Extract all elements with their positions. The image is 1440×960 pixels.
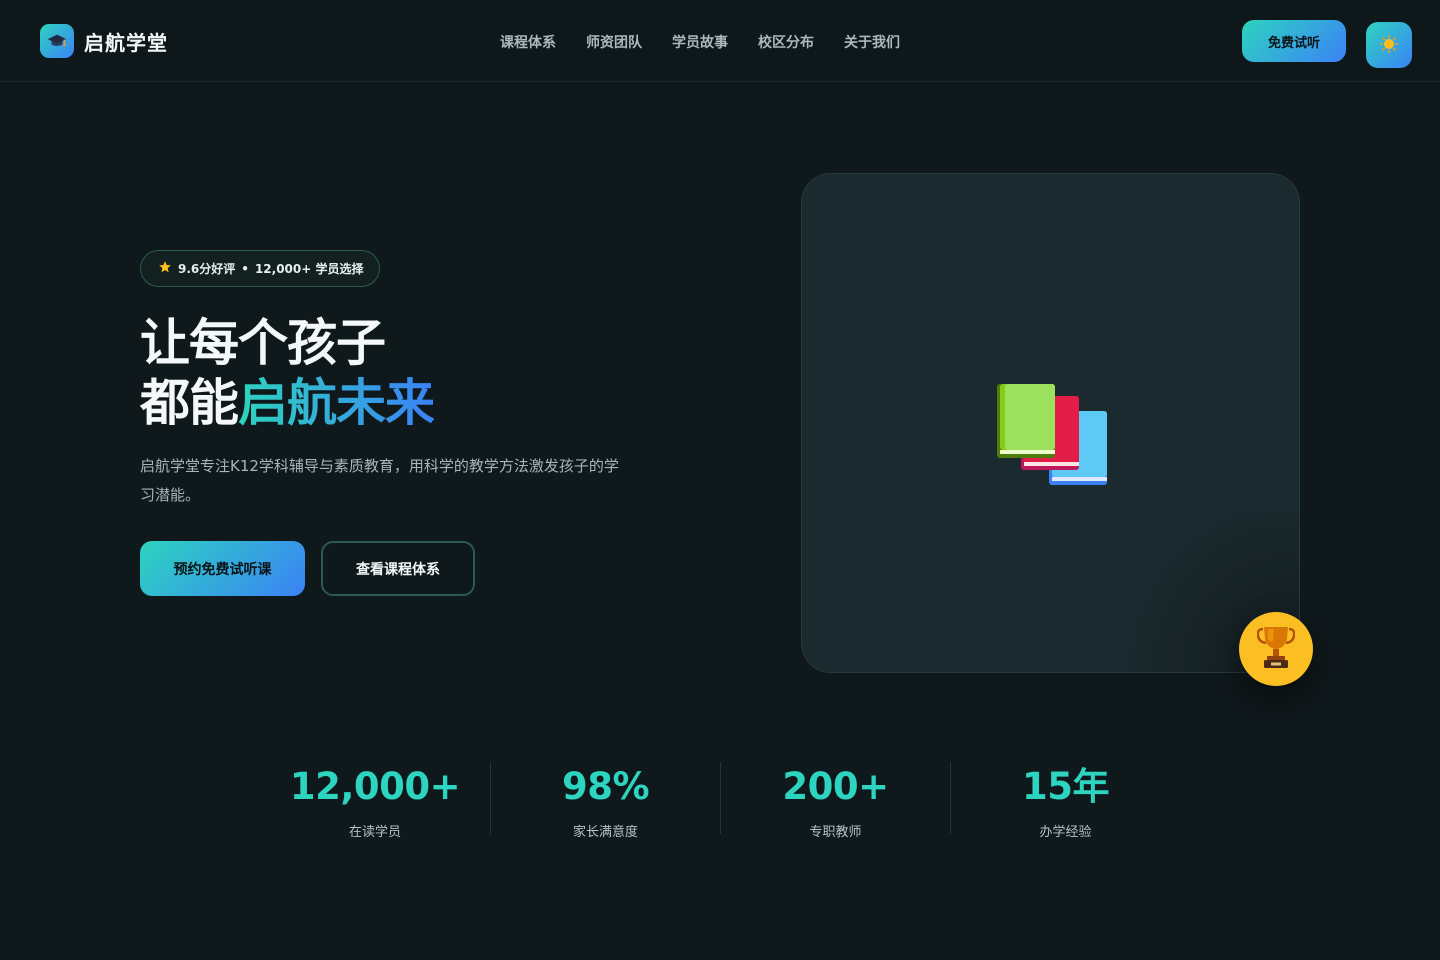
stat-value: 200+ [782, 765, 889, 808]
free-trial-button[interactable]: 免费试听 [1242, 20, 1346, 62]
trophy-badge [1239, 612, 1313, 686]
stat-satisfaction: 98% 家长满意度 [490, 762, 720, 840]
trophy-icon [1256, 625, 1296, 673]
stat-teachers: 200+ 专职教师 [720, 762, 950, 840]
brand[interactable]: 启航学堂 [40, 24, 168, 58]
hero-headline: 让每个孩子 都能启航未来 [140, 313, 435, 433]
nav-item-stories[interactable]: 学员故事 [672, 32, 728, 52]
graduation-cap-icon [40, 24, 74, 58]
stats-bar: 12,000+ 在读学员 98% 家长满意度 200+ 专职教师 15年 办学经… [260, 762, 1180, 840]
stat-value: 12,000+ [289, 765, 461, 808]
badge-rating: 9.6分好评 [178, 262, 236, 276]
headline-line-2: 都能启航未来 [140, 373, 435, 433]
headline-plain: 都能 [140, 374, 239, 432]
hero-illustration-card [801, 173, 1300, 673]
stat-label: 在读学员 [348, 825, 401, 840]
nav-item-about[interactable]: 关于我们 [844, 32, 900, 52]
hero-description: 启航学堂专注K12学科辅导与素质教育，用科学的教学方法激发孩子的学习潜能。 [140, 457, 619, 504]
stat-value: 98% [561, 765, 650, 808]
site-header: 启航学堂 课程体系 师资团队 学员故事 校区分布 关于我们 免费试听 [0, 0, 1440, 82]
book-free-trial-button[interactable]: 预约免费试听课 [140, 541, 305, 596]
books-icon [997, 384, 1107, 490]
stat-label: 办学经验 [1039, 825, 1092, 840]
headline-highlight: 启航未来 [238, 374, 435, 432]
nav-item-campuses[interactable]: 校区分布 [758, 32, 814, 52]
nav-item-teachers[interactable]: 师资团队 [586, 32, 642, 52]
stat-label: 专职教师 [809, 825, 862, 840]
headline-line-1: 让每个孩子 [140, 314, 386, 372]
stat-students: 12,000+ 在读学员 [260, 762, 490, 840]
brand-name: 启航学堂 [84, 30, 168, 55]
main-nav: 课程体系 师资团队 学员故事 校区分布 关于我们 [500, 32, 900, 52]
nav-item-courses[interactable]: 课程体系 [500, 32, 556, 52]
stat-value: 15年 [1022, 765, 1110, 808]
badge-students: 12,000+ 学员选择 [254, 262, 364, 276]
sun-icon [1379, 34, 1399, 57]
badge-separator: • [241, 261, 249, 276]
view-courses-button[interactable]: 查看课程体系 [321, 541, 475, 596]
stat-label: 家长满意度 [572, 825, 638, 840]
theme-toggle-button[interactable] [1366, 22, 1412, 68]
stat-experience: 15年 办学经验 [950, 762, 1180, 840]
rating-badge: 9.6分好评 • 12,000+ 学员选择 [140, 250, 381, 287]
star-icon [158, 259, 172, 278]
